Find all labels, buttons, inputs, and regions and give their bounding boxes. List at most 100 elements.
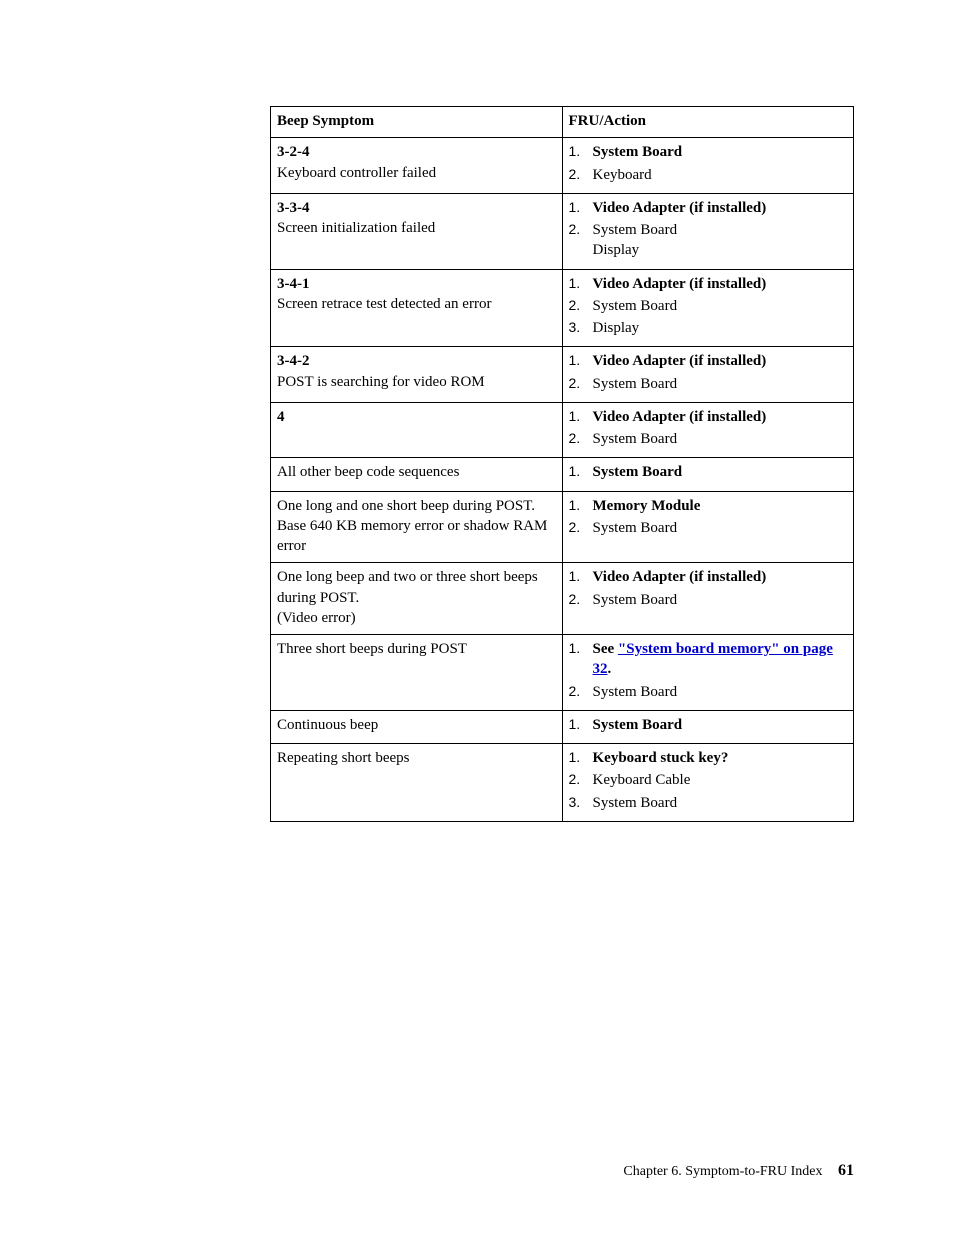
action-list: System Board [569,715,848,735]
table-row: Three short beeps during POST See "System… [271,635,854,711]
action-text: System Board [593,464,683,480]
action-item: Video Adapter (if installed) [593,567,848,587]
action-list: See "System board memory" on page 32. Sys… [569,639,848,702]
symptom-description: One long beep and two or three short bee… [277,569,538,605]
action-cell: Keyboard stuck key? Keyboard Cable System … [562,744,854,822]
cross-reference-link[interactable]: "System board memory" on page 32 [593,641,833,677]
action-text: Video Adapter (if installed) [593,569,767,585]
action-text: System Board [593,717,683,733]
action-list: Keyboard stuck key? Keyboard Cable System … [569,748,848,813]
symptom-description: One long and one short beep during POST. [277,498,535,514]
symptom-description: (Video error) [277,610,356,626]
action-item: Video Adapter (if installed) [593,351,848,371]
action-text: System Board [593,376,678,392]
symptom-cell: 3-4-1Screen retrace test detected an err… [271,269,563,347]
action-text: Video Adapter (if installed) [593,409,767,425]
action-list: Video Adapter (if installed) System Board… [569,198,848,261]
action-cell: System Board [562,458,854,491]
action-item: Keyboard stuck key? [593,748,848,768]
table-row: 3-3-4Screen initialization failedVideo A… [271,193,854,269]
action-cell: Video Adapter (if installed) System Board… [562,193,854,269]
symptom-description: Three short beeps during POST [277,641,467,657]
action-item: Memory Module [593,496,848,516]
footer-page-number: 61 [838,1162,854,1179]
table-row: Repeating short beeps Keyboard stuck key?… [271,744,854,822]
action-list: System Board Keyboard [569,142,848,185]
action-text: System Board [593,144,683,160]
symptom-cell: Continuous beep [271,710,563,743]
action-text: Display [593,320,640,336]
beep-code: 4 [277,409,285,425]
action-item: System Board [593,682,848,702]
action-text: System Board [593,795,678,811]
action-text: System Board [593,298,678,314]
symptom-description: All other beep code sequences [277,464,459,480]
action-text: System Board [593,592,678,608]
action-text: System Board [593,222,678,238]
action-item: Video Adapter (if installed) [593,407,848,427]
table-row: 3-4-2 POST is searching for video ROM Vide… [271,347,854,403]
action-item: System Board [593,429,848,449]
table-row: 3-2-4 Keyboard controller failed System Bo… [271,138,854,194]
table-header-row: Beep Symptom FRU/Action [271,107,854,138]
action-text: Keyboard [593,167,652,183]
action-item: System Board [593,462,848,482]
symptom-description: Repeating short beeps [277,750,409,766]
beep-code: 3-4-2 [277,353,310,369]
action-text: System Board [593,431,678,447]
beep-code: 3-2-4 [277,144,310,160]
action-list: Video Adapter (if installed) System Board [569,567,848,610]
table-row: 3-4-1Screen retrace test detected an err… [271,269,854,347]
action-item: System Board [593,590,848,610]
action-cell: Video Adapter (if installed) System Board [562,347,854,403]
beep-symptom-table: Beep Symptom FRU/Action 3-2-4 Keyboard co… [270,106,854,822]
action-list: Memory Module System Board [569,496,848,539]
symptom-cell: One long and one short beep during POST.… [271,491,563,563]
action-list: Video Adapter (if installed) System Board… [569,274,848,339]
action-text: Display [593,242,640,258]
footer-chapter: Chapter 6. Symptom-to-FRU Index [623,1164,822,1179]
action-text: Keyboard Cable [593,772,691,788]
action-cell: System Board Keyboard [562,138,854,194]
action-item: System Board [593,793,848,813]
action-cell: See "System board memory" on page 32. Sys… [562,635,854,711]
table-row: 4 Video Adapter (if installed) System Boar… [271,402,854,458]
action-cell: Video Adapter (if installed) System Board [562,402,854,458]
page-content: Beep Symptom FRU/Action 3-2-4 Keyboard co… [0,0,954,822]
action-text: Memory Module [593,498,701,514]
action-cell: Video Adapter (if installed) System Board [562,563,854,635]
action-item: System Board [593,518,848,538]
action-text: Video Adapter (if installed) [593,276,767,292]
action-cell: System Board [562,710,854,743]
table-row: All other beep code sequences System Boar… [271,458,854,491]
symptom-description: Base 640 KB memory error or shadow RAM e… [277,518,547,554]
action-item: System Board [593,715,848,735]
symptom-description: Screen retrace test detected an error [277,296,491,312]
symptom-cell: 3-4-2 POST is searching for video ROM [271,347,563,403]
symptom-description: Screen initialization failed [277,220,435,236]
symptom-description: Continuous beep [277,717,378,733]
symptom-cell: Repeating short beeps [271,744,563,822]
action-list: Video Adapter (if installed) System Board [569,407,848,450]
action-list: Video Adapter (if installed) System Board [569,351,848,394]
action-item: Video Adapter (if installed) [593,274,848,294]
action-text: Keyboard stuck key? [593,750,729,766]
action-item: System Board [593,374,848,394]
action-text: System Board [593,684,678,700]
action-item: Video Adapter (if installed) [593,198,848,218]
header-symptom: Beep Symptom [271,107,563,138]
symptom-description: Keyboard controller failed [277,165,436,181]
action-text: Video Adapter (if installed) [593,200,767,216]
action-item: See "System board memory" on page 32. [593,639,848,680]
action-text: System Board [593,520,678,536]
table-row: Continuous beep System Board [271,710,854,743]
table-row: One long and one short beep during POST.… [271,491,854,563]
symptom-cell: 4 [271,402,563,458]
symptom-cell: 3-2-4 Keyboard controller failed [271,138,563,194]
action-cell: Memory Module System Board [562,491,854,563]
symptom-cell: Three short beeps during POST [271,635,563,711]
action-text: Video Adapter (if installed) [593,353,767,369]
symptom-cell: 3-3-4Screen initialization failed [271,193,563,269]
symptom-description: POST is searching for video ROM [277,374,485,390]
symptom-cell: One long beep and two or three short bee… [271,563,563,635]
